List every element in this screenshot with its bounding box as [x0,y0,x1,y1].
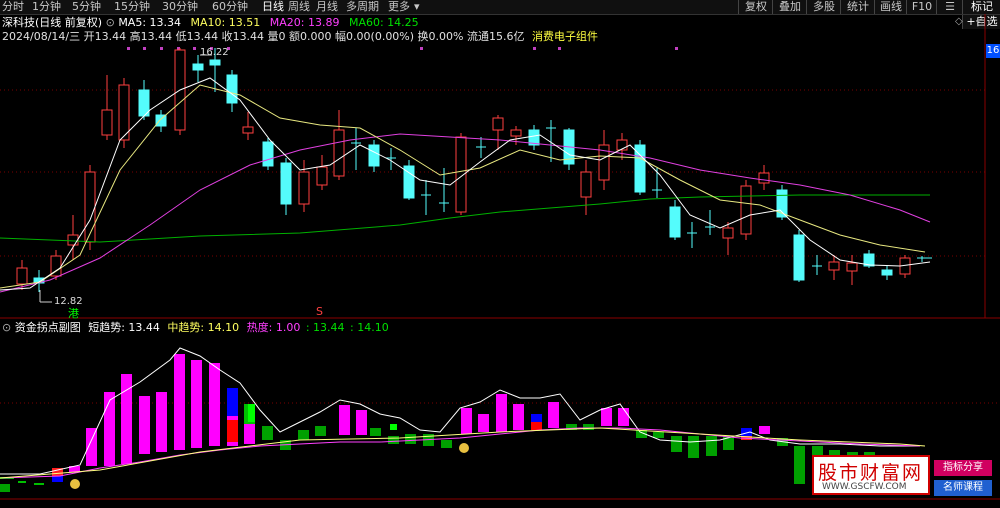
watermark-title: 股市财富网 [818,462,924,484]
sub-bar [0,484,10,492]
heat-label: 热度: 1.00 [246,321,301,334]
teacher-course-tag: 名师课程 [934,480,992,496]
sub-chart-header: ⊙ 资金拐点副图 短趋势: 13.44 中趋势: 14.10 热度: 1.00 … [2,321,389,334]
watermark-badge: 股市财富网 WWW.GSCFW.COM [812,455,930,495]
heat-line [0,427,926,479]
value-2-label: : 14.10 [350,321,389,334]
heat-bars [86,354,629,466]
watermark-url: WWW.GSCFW.COM [822,482,907,492]
mid-trend-line [0,427,921,479]
settings-circle-icon[interactable]: ⊙ [2,321,11,334]
s-signal-label: S [316,305,323,318]
candles [16,48,932,292]
indicator-share-tag: 指标分享 [934,460,992,476]
high-price-label: 16.22 [200,47,229,58]
kline-chart [0,14,1000,500]
hk-connect-label: 港 [68,307,79,320]
mid-trend-label: 中趋势: 14.10 [167,321,240,334]
short-trend-line [0,347,920,475]
sub-chart-name: 资金拐点副图 [14,321,81,334]
sub-bar [52,476,63,482]
short-trend-label: 短趋势: 13.44 [88,321,160,334]
value-1-label: : 13.44 [305,321,345,334]
